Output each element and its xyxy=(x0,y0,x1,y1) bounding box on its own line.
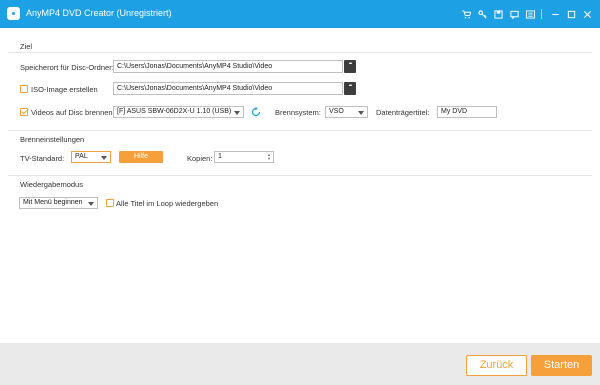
title-bar: AnyMP4 DVD Creator (Unregistriert) xyxy=(0,0,600,28)
section-divider xyxy=(8,130,592,131)
iso-browse-button[interactable] xyxy=(344,82,356,95)
maximize-icon[interactable] xyxy=(564,7,578,21)
start-button[interactable]: Starten xyxy=(531,355,592,376)
drive-select-value: [F] ASUS SBW-06D2X-U 1.10 (USB) xyxy=(117,108,232,115)
section-title-burn-settings: Brenneinstellungen xyxy=(20,135,85,144)
volume-title-input[interactable]: My DVD xyxy=(437,106,497,118)
key-icon[interactable] xyxy=(475,7,489,21)
close-icon[interactable] xyxy=(580,7,594,21)
help-button[interactable]: Hilfe xyxy=(119,151,163,163)
title-bar-controls xyxy=(457,7,594,21)
iso-label: ISO-Image erstellen xyxy=(31,85,98,94)
copies-label: Kopien: xyxy=(187,154,213,163)
minimize-icon[interactable] xyxy=(548,7,562,21)
section-title-target: Ziel xyxy=(20,42,33,51)
playback-mode-value: Mit Menü beginnen xyxy=(23,199,83,206)
section-divider xyxy=(8,52,592,53)
folder-label: Speicherort für Disc-Ordner: xyxy=(20,63,114,72)
burn-checkbox[interactable] xyxy=(20,108,28,116)
chevron-down-icon xyxy=(88,202,94,206)
back-button[interactable]: Zurück xyxy=(466,355,527,376)
tv-standard-select[interactable]: PAL xyxy=(71,151,111,163)
window-title: AnyMP4 DVD Creator (Unregistriert) xyxy=(26,8,172,18)
copies-value: 1 xyxy=(218,153,222,160)
menu-icon[interactable] xyxy=(523,7,537,21)
feedback-icon[interactable] xyxy=(507,7,521,21)
filesystem-select[interactable]: VSO xyxy=(325,106,368,118)
stepper-arrows-icon[interactable]: ▲ ▼ xyxy=(267,153,271,161)
app-logo-icon xyxy=(7,7,20,20)
loop-label: Alle Titel im Loop wiedergeben xyxy=(116,199,219,208)
filesystem-label: Brennsystem: xyxy=(275,108,321,117)
iso-checkbox[interactable] xyxy=(20,85,28,93)
chevron-down-icon xyxy=(101,156,107,160)
title-bar-separator xyxy=(541,9,542,19)
tv-standard-value: PAL xyxy=(75,153,88,160)
chevron-down-icon xyxy=(234,111,240,115)
playback-mode-select[interactable]: Mit Menü beginnen xyxy=(19,197,98,209)
section-divider xyxy=(8,175,592,176)
section-title-playback: Wiedergabemodus xyxy=(20,180,83,189)
chevron-down-icon xyxy=(358,111,364,115)
volume-label: Datenträgertitel: xyxy=(376,108,430,117)
loop-checkbox[interactable] xyxy=(106,199,114,207)
refresh-icon[interactable] xyxy=(250,106,262,118)
tv-standard-label: TV-Standard: xyxy=(20,154,65,163)
drive-select[interactable]: [F] ASUS SBW-06D2X-U 1.10 (USB) xyxy=(113,106,244,118)
filesystem-select-value: VSO xyxy=(329,108,344,115)
save-icon[interactable] xyxy=(491,7,505,21)
burn-label: Videos auf Disc brennen xyxy=(31,108,113,117)
iso-path-input[interactable]: C:\Users\Jonas\Documents\AnyMP4 Studio\V… xyxy=(113,82,343,95)
folder-browse-button[interactable] xyxy=(344,60,356,73)
folder-path-input[interactable]: C:\Users\Jonas\Documents\AnyMP4 Studio\V… xyxy=(113,60,343,73)
cart-icon[interactable] xyxy=(459,7,473,21)
copies-stepper[interactable]: 1 ▲ ▼ xyxy=(214,151,274,163)
